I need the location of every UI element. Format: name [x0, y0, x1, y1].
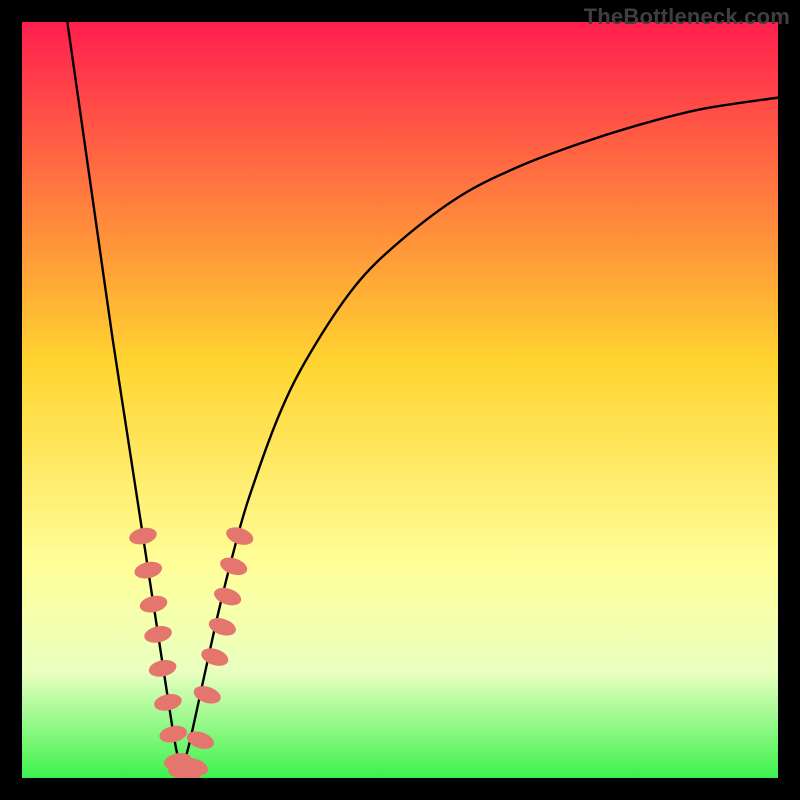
- bottleneck-curve-chart: [22, 22, 778, 778]
- plot-area: [22, 22, 778, 778]
- attribution-text: TheBottleneck.com: [584, 4, 790, 30]
- chart-frame: TheBottleneck.com: [0, 0, 800, 800]
- gradient-background: [22, 22, 778, 778]
